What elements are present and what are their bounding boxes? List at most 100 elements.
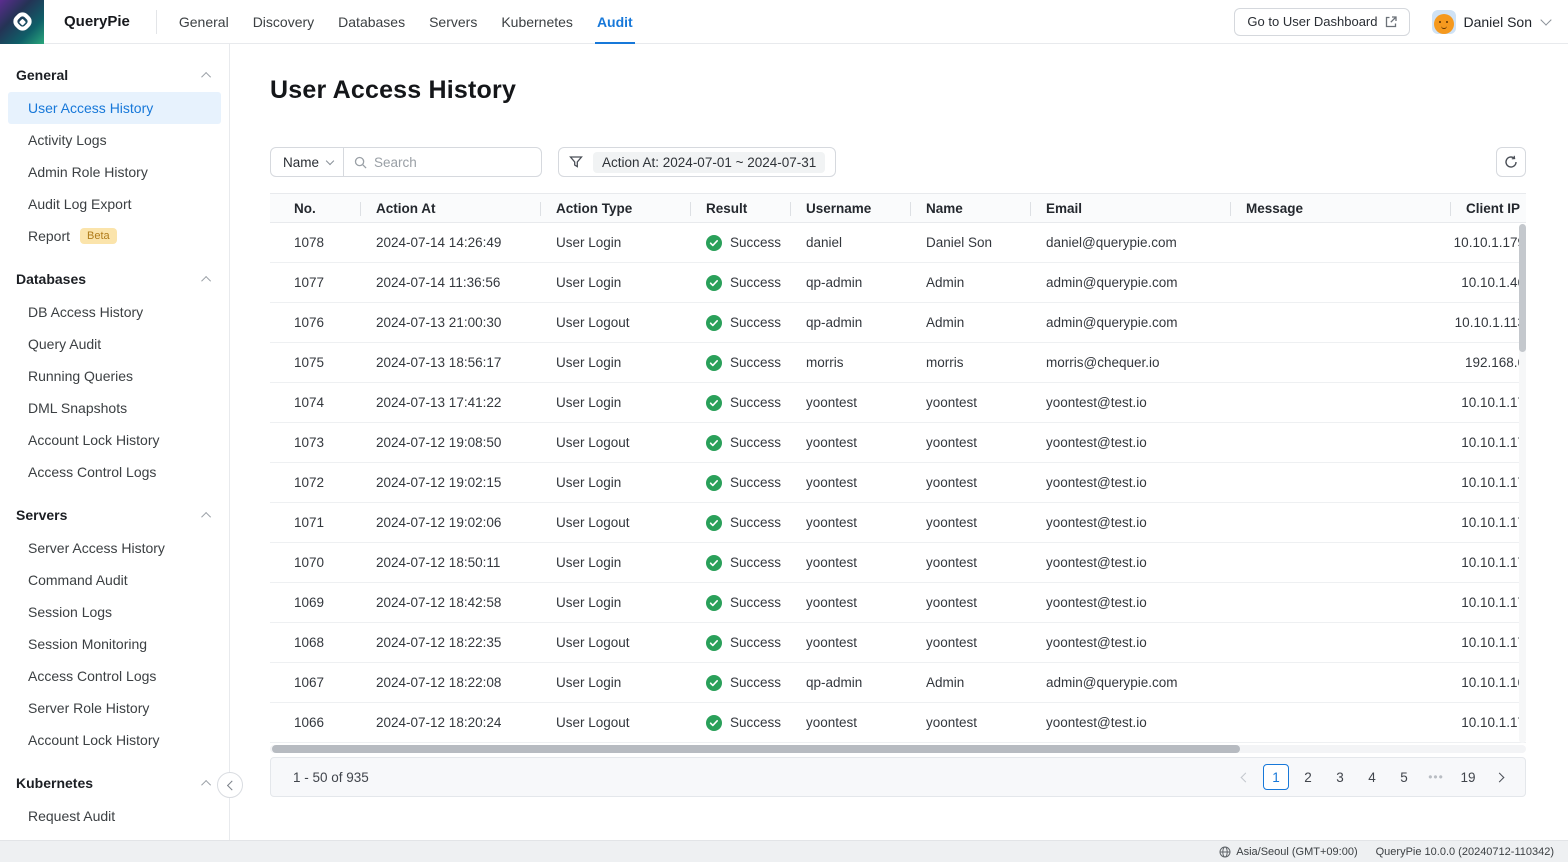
cell-email: admin@querypie.com [1030,303,1230,342]
chevron-up-icon [201,779,211,789]
horizontal-scrollbar[interactable] [270,745,1526,753]
table-row[interactable]: 1072 2024-07-12 19:02:15 User Login Succ… [270,463,1526,503]
sidebar-section-header[interactable]: Kubernetes [0,766,229,800]
sidebar-item-query-audit[interactable]: Query Audit [8,328,221,360]
sidebar-item-dml-snapshots[interactable]: DML Snapshots [8,392,221,424]
cell-message [1230,543,1450,582]
top-nav-tab-servers[interactable]: Servers [417,0,489,44]
cell-username: qp-admin [790,303,910,342]
sidebar-collapse-button[interactable] [217,772,243,798]
sidebar-item-user-access-history[interactable]: User Access History [8,92,221,124]
cell-action-type: User Login [540,343,690,382]
sidebar-item-admin-role-history[interactable]: Admin Role History [8,156,221,188]
cell-action-type: User Login [540,663,690,702]
cell-client-ip: 10.10.1.17 [1450,703,1526,742]
cell-email: yoontest@test.io [1030,423,1230,462]
table-row[interactable]: 1076 2024-07-13 21:00:30 User Logout Suc… [270,303,1526,343]
cell-action-type: User Logout [540,423,690,462]
brand-name: QueryPie [64,13,130,30]
result-label: Success [730,435,781,450]
sidebar-section-header[interactable]: Databases [0,262,229,296]
page-number-3[interactable]: 3 [1327,764,1353,790]
cell-name: yoontest [910,463,1030,502]
cell-name: Admin [910,263,1030,302]
sidebar-item-activity-logs[interactable]: Activity Logs [8,124,221,156]
page-number-19[interactable]: 19 [1455,764,1481,790]
next-page-button[interactable] [1487,764,1511,790]
page-number-2[interactable]: 2 [1295,764,1321,790]
cell-no: 1076 [270,303,360,342]
sidebar-item-audit-log-export[interactable]: Audit Log Export [8,188,221,220]
page-number-4[interactable]: 4 [1359,764,1385,790]
cell-client-ip: 10.10.1.17 [1450,383,1526,422]
page-number-5[interactable]: 5 [1391,764,1417,790]
previous-page-button[interactable] [1233,764,1257,790]
cell-client-ip: 10.10.1.17 [1450,583,1526,622]
table-row[interactable]: 1075 2024-07-13 18:56:17 User Login Succ… [270,343,1526,383]
sidebar-item-running-queries[interactable]: Running Queries [8,360,221,392]
sidebar-item-server-access-history[interactable]: Server Access History [8,532,221,564]
result-label: Success [730,635,781,650]
main-content: User Access History Name Action At: 2024… [230,44,1568,840]
vertical-scrollbar-thumb[interactable] [1519,224,1526,352]
search-field-dropdown[interactable]: Name [271,148,344,176]
sidebar-section-header[interactable]: Servers [0,498,229,532]
cell-client-ip: 10.10.1.16 [1450,663,1526,702]
table-row[interactable]: 1069 2024-07-12 18:42:58 User Login Succ… [270,583,1526,623]
sidebar-item-report[interactable]: Report Beta [8,220,221,252]
sidebar-item-session-monitoring[interactable]: Session Monitoring [8,628,221,660]
cell-no: 1074 [270,383,360,422]
sidebar-item-account-lock-history[interactable]: Account Lock History [8,724,221,756]
page-number-1[interactable]: 1 [1263,764,1289,790]
sidebar-item-server-role-history[interactable]: Server Role History [8,692,221,724]
table-row[interactable]: 1066 2024-07-12 18:20:24 User Logout Suc… [270,703,1526,743]
column-header-result: Result [690,194,790,222]
cell-name: yoontest [910,703,1030,742]
refresh-button[interactable] [1496,147,1526,177]
top-nav-tab-audit[interactable]: Audit [585,0,645,44]
table-row[interactable]: 1077 2024-07-14 11:36:56 User Login Succ… [270,263,1526,303]
sidebar-section-header[interactable]: General [0,58,229,92]
sidebar-item-access-control-logs[interactable]: Access Control Logs [8,456,221,488]
cell-username: yoontest [790,383,910,422]
sidebar-section: Servers Server Access History Command Au… [0,498,229,756]
sidebar-item-request-audit[interactable]: Request Audit [8,800,221,832]
success-check-icon [706,635,722,651]
search-input[interactable] [374,155,531,170]
user-menu-chevron-down-icon[interactable] [1540,14,1551,25]
cell-action-type: User Logout [540,623,690,662]
table-row[interactable]: 1071 2024-07-12 19:02:06 User Logout Suc… [270,503,1526,543]
sidebar-item-command-audit[interactable]: Command Audit [8,564,221,596]
top-nav-tab-databases[interactable]: Databases [326,0,417,44]
table-row[interactable]: 1078 2024-07-14 14:26:49 User Login Succ… [270,223,1526,263]
date-filter-chip[interactable]: Action At: 2024-07-01 ~ 2024-07-31 [593,152,825,173]
table-row[interactable]: 1070 2024-07-12 18:50:11 User Login Succ… [270,543,1526,583]
vertical-scrollbar[interactable] [1519,224,1526,743]
querypie-logo-icon[interactable] [0,0,44,44]
date-filter[interactable]: Action At: 2024-07-01 ~ 2024-07-31 [558,147,836,177]
external-link-icon [1385,16,1397,28]
sidebar-item-account-lock-history[interactable]: Account Lock History [8,424,221,456]
cell-message [1230,343,1450,382]
horizontal-scrollbar-thumb[interactable] [272,745,1240,753]
table-row[interactable]: 1068 2024-07-12 18:22:35 User Logout Suc… [270,623,1526,663]
page-ellipsis[interactable]: ••• [1423,764,1449,790]
cell-action-type: User Logout [540,703,690,742]
column-header-no-: No. [270,194,360,222]
sidebar-item-access-control-logs[interactable]: Access Control Logs [8,660,221,692]
table-row[interactable]: 1074 2024-07-13 17:41:22 User Login Succ… [270,383,1526,423]
top-nav-tab-general[interactable]: General [167,0,241,44]
cell-email: yoontest@test.io [1030,703,1230,742]
table-row[interactable]: 1067 2024-07-12 18:22:08 User Login Succ… [270,663,1526,703]
cell-message [1230,263,1450,302]
user-avatar[interactable] [1432,10,1456,34]
sidebar-item-db-access-history[interactable]: DB Access History [8,296,221,328]
sidebar-item-session-logs[interactable]: Session Logs [8,596,221,628]
cell-client-ip: 10.10.1.17 [1450,503,1526,542]
cell-client-ip: 10.10.1.17 [1450,423,1526,462]
table-row[interactable]: 1073 2024-07-12 19:08:50 User Logout Suc… [270,423,1526,463]
go-to-user-dashboard-button[interactable]: Go to User Dashboard [1234,8,1409,36]
cell-no: 1069 [270,583,360,622]
top-nav-tab-kubernetes[interactable]: Kubernetes [489,0,585,44]
top-nav-tab-discovery[interactable]: Discovery [241,0,326,44]
